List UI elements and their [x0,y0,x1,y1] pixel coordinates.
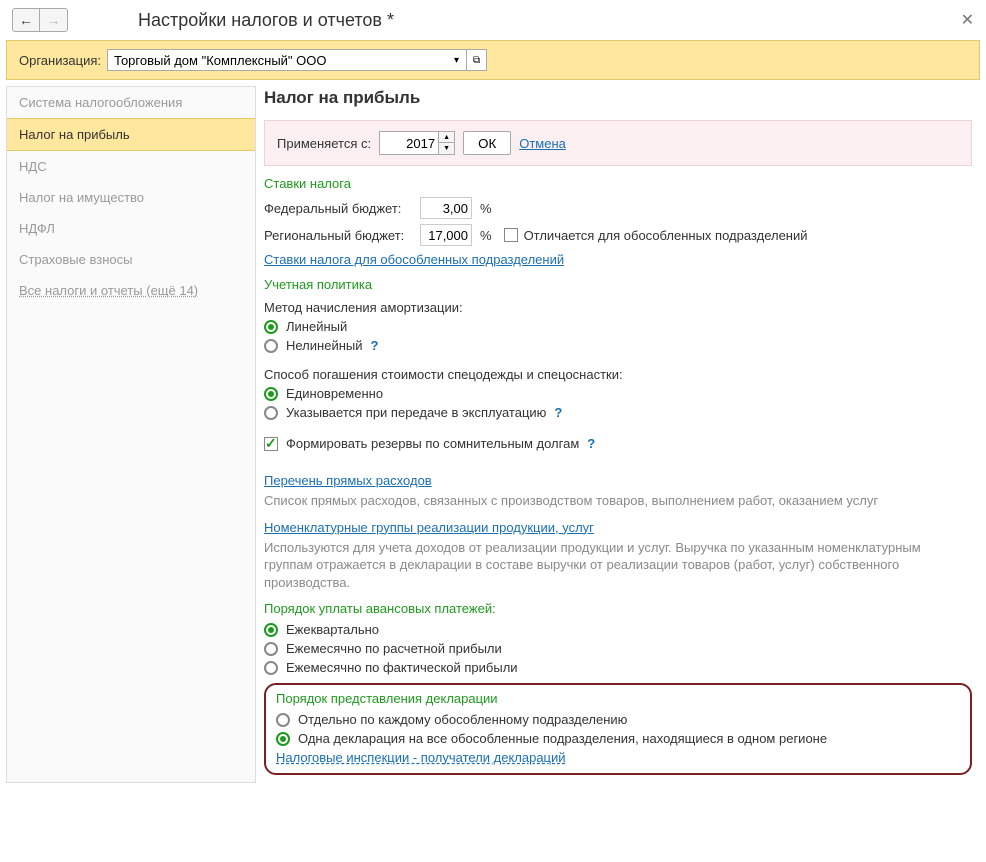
decl-separate-label: Отдельно по каждому обособленному подраз… [298,712,627,727]
year-spinner: ▲ ▼ [439,131,455,155]
policy-header: Учетная политика [264,277,972,292]
sidebar-item-profit-tax[interactable]: Налог на прибыль [7,118,255,151]
sidebar-item-tax-system[interactable]: Система налогообложения [7,87,255,118]
year-field: ▲ ▼ [379,131,455,155]
declaration-header: Порядок представления декларации [276,691,960,706]
spec-once-radio[interactable] [264,387,278,401]
organization-dropdown-button[interactable]: ▾ [447,49,467,71]
federal-rate-input[interactable] [420,197,472,219]
reserves-label: Формировать резервы по сомнительным долг… [286,436,579,451]
federal-rate-row: Федеральный бюджет: % [264,197,972,219]
sidebar-item-all-taxes[interactable]: Все налоги и отчеты (ещё 14) [7,275,255,306]
organization-field: ▾ ⧉ [107,49,487,71]
sidebar-item-property-tax[interactable]: Налог на имущество [7,182,255,213]
organization-input[interactable] [107,49,447,71]
diff-checkbox-wrap: Отличается для обособленных подразделени… [504,228,808,243]
help-icon-2[interactable]: ? [554,405,562,420]
page-title: Настройки налогов и отчетов * [138,10,394,31]
nomenclature-desc: Используются для учета доходов от реализ… [264,539,972,592]
forward-button[interactable]: → [40,8,68,32]
percent-label: % [480,201,492,216]
advance-header: Порядок уплаты авансовых платежей: [264,601,972,616]
regional-rate-input[interactable] [420,224,472,246]
body: Система налогообложения Налог на прибыль… [6,86,980,783]
declaration-highlight: Порядок представления декларации Отдельн… [264,683,972,775]
sidebar-item-ndfl[interactable]: НДФЛ [7,213,255,244]
help-icon-3[interactable]: ? [587,436,595,451]
direct-expenses-link[interactable]: Перечень прямых расходов [264,473,432,488]
spec-service-label: Указывается при передаче в эксплуатацию [286,405,546,420]
apply-row: Применяется с: ▲ ▼ ОК Отмена [264,120,972,166]
year-spin-down[interactable]: ▼ [439,143,455,155]
amort-nonlinear-row[interactable]: Нелинейный ? [264,338,972,353]
percent-label-2: % [480,228,492,243]
decl-separate-radio[interactable] [276,713,290,727]
organization-bar: Организация: ▾ ⧉ [6,40,980,80]
content: Налог на прибыль Применяется с: ▲ ▼ ОК О… [256,86,980,783]
spec-service-radio[interactable] [264,406,278,420]
amort-linear-row[interactable]: Линейный [264,319,972,334]
advance-quarterly-label: Ежеквартально [286,622,379,637]
organization-label: Организация: [19,53,101,68]
spec-label: Способ погашения стоимости спецодежды и … [264,367,972,382]
decl-one-label: Одна декларация на все обособленные подр… [298,731,827,746]
advance-monthly-calc-row[interactable]: Ежемесячно по расчетной прибыли [264,641,972,656]
spec-once-label: Единовременно [286,386,383,401]
sidebar: Система налогообложения Налог на прибыль… [6,86,256,783]
advance-monthly-fact-row[interactable]: Ежемесячно по фактической прибыли [264,660,972,675]
back-button[interactable]: ← [12,8,40,32]
advance-monthly-calc-label: Ежемесячно по расчетной прибыли [286,641,502,656]
rates-header: Ставки налога [264,176,972,191]
spec-once-row[interactable]: Единовременно [264,386,972,401]
diff-checkbox-label: Отличается для обособленных подразделени… [524,228,808,243]
advance-monthly-fact-label: Ежемесячно по фактической прибыли [286,660,518,675]
ok-button[interactable]: ОК [463,131,511,155]
advance-monthly-fact-radio[interactable] [264,661,278,675]
tax-inspections-link[interactable]: Налоговые инспекции - получатели деклара… [276,750,566,765]
sidebar-item-vat[interactable]: НДС [7,151,255,182]
amort-linear-radio[interactable] [264,320,278,334]
amort-nonlinear-radio[interactable] [264,339,278,353]
reserves-checkbox[interactable] [264,437,278,451]
direct-expenses-desc: Список прямых расходов, связанных с прои… [264,492,972,510]
year-input[interactable] [379,131,439,155]
year-spin-up[interactable]: ▲ [439,131,455,143]
organization-open-button[interactable]: ⧉ [467,49,487,71]
amort-nonlinear-label: Нелинейный [286,338,363,353]
help-icon[interactable]: ? [371,338,379,353]
decl-one-radio[interactable] [276,732,290,746]
amortization-label: Метод начисления амортизации: [264,300,972,315]
apply-label: Применяется с: [277,136,371,151]
advance-quarterly-radio[interactable] [264,623,278,637]
decl-one-row[interactable]: Одна декларация на все обособленные подр… [276,731,960,746]
content-heading: Налог на прибыль [264,88,972,108]
close-button[interactable]: ✕ [961,10,974,30]
sidebar-item-insurance[interactable]: Страховые взносы [7,244,255,275]
regional-rate-row: Региональный бюджет: % Отличается для об… [264,224,972,246]
diff-checkbox[interactable] [504,228,518,242]
decl-separate-row[interactable]: Отдельно по каждому обособленному подраз… [276,712,960,727]
amort-linear-label: Линейный [286,319,347,334]
nomenclature-link[interactable]: Номенклатурные группы реализации продукц… [264,520,594,535]
cancel-link[interactable]: Отмена [519,136,566,151]
advance-quarterly-row[interactable]: Ежеквартально [264,622,972,637]
subdivision-rates-link[interactable]: Ставки налога для обособленных подраздел… [264,252,564,267]
spec-service-row[interactable]: Указывается при передаче в эксплуатацию … [264,405,972,420]
toolbar: ← → Настройки налогов и отчетов * ✕ [0,0,986,40]
advance-monthly-calc-radio[interactable] [264,642,278,656]
federal-rate-label: Федеральный бюджет: [264,201,412,216]
regional-rate-label: Региональный бюджет: [264,228,412,243]
reserves-row[interactable]: Формировать резервы по сомнительным долг… [264,436,972,451]
